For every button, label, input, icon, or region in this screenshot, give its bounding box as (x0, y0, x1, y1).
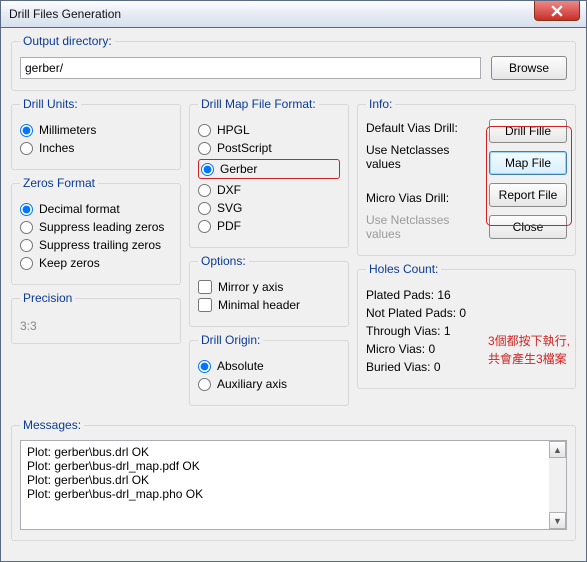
radio-gerber[interactable]: Gerber (198, 159, 340, 179)
drill-units-legend: Drill Units: (20, 97, 81, 111)
map-file-button[interactable]: Map File (489, 151, 567, 175)
drill-units-group: Drill Units: Millimeters Inches (11, 97, 181, 170)
use-netclasses-1: Use Netclasses values (366, 143, 481, 171)
scroll-up-icon[interactable]: ▲ (549, 441, 566, 458)
scroll-down-icon[interactable]: ▼ (549, 512, 566, 529)
holes-count-legend: Holes Count: (366, 262, 441, 276)
message-line: Plot: gerber\bus-drl_map.pdf OK (27, 459, 560, 473)
use-netclasses-2: Use Netclasses values (366, 213, 481, 241)
check-mirror-y[interactable]: Mirror y axis (198, 280, 340, 294)
drill-file-button[interactable]: Drill Fille (489, 119, 567, 143)
drill-map-format-legend: Drill Map File Format: (198, 97, 319, 111)
radio-suppress-leading[interactable]: Suppress leading zeros (20, 220, 172, 234)
radio-decimal-format[interactable]: Decimal format (20, 202, 172, 216)
close-window-button[interactable] (534, 1, 580, 21)
precision-legend: Precision (20, 291, 75, 305)
drill-origin-legend: Drill Origin: (198, 333, 263, 347)
message-line: Plot: gerber\bus.drl OK (27, 445, 560, 459)
close-icon (551, 5, 563, 17)
not-plated-pads: Not Plated Pads: 0 (366, 306, 567, 320)
radio-keep-zeros[interactable]: Keep zeros (20, 256, 172, 270)
radio-hpgl[interactable]: HPGL (198, 123, 340, 137)
precision-group: Precision 3:3 (11, 291, 181, 344)
radio-postscript[interactable]: PostScript (198, 141, 340, 155)
check-minimal-header[interactable]: Minimal header (198, 298, 340, 312)
radio-dxf[interactable]: DXF (198, 183, 340, 197)
report-file-button[interactable]: Report File (489, 183, 567, 207)
drill-map-format-group: Drill Map File Format: HPGL PostScript G… (189, 97, 349, 248)
info-legend: Info: (366, 97, 395, 111)
zeros-format-legend: Zeros Format (20, 176, 98, 190)
micro-vias: Micro Vias: 0 (366, 342, 567, 356)
browse-button[interactable]: Browse (491, 56, 567, 80)
message-line: Plot: gerber\bus-drl_map.pho OK (27, 487, 560, 501)
options-group: Options: Mirror y axis Minimal header (189, 254, 349, 327)
info-group: Info: Default Vias Drill: Use Netclasses… (357, 97, 576, 256)
messages-box[interactable]: Plot: gerber\bus.drl OK Plot: gerber\bus… (20, 440, 567, 530)
radio-inches[interactable]: Inches (20, 141, 172, 155)
radio-pdf[interactable]: PDF (198, 219, 340, 233)
output-directory-legend: Output directory: (20, 34, 115, 48)
radio-absolute[interactable]: Absolute (198, 359, 340, 373)
output-directory-group: Output directory: Browse (11, 34, 576, 91)
radio-suppress-trailing[interactable]: Suppress trailing zeros (20, 238, 172, 252)
precision-value: 3:3 (20, 319, 172, 333)
zeros-format-group: Zeros Format Decimal format Suppress lea… (11, 176, 181, 285)
radio-auxiliary[interactable]: Auxiliary axis (198, 377, 340, 391)
messages-group: Messages: Plot: gerber\bus.drl OK Plot: … (11, 418, 576, 541)
radio-svg[interactable]: SVG (198, 201, 340, 215)
output-directory-input[interactable] (20, 57, 481, 79)
options-legend: Options: (198, 254, 249, 268)
radio-millimeters[interactable]: Millimeters (20, 123, 172, 137)
through-vias: Through Vias: 1 (366, 324, 567, 338)
plated-pads: Plated Pads: 16 (366, 288, 567, 302)
messages-legend: Messages: (20, 418, 84, 432)
window-title: Drill Files Generation (9, 7, 121, 21)
holes-count-group: Holes Count: Plated Pads: 16 Not Plated … (357, 262, 576, 389)
micro-vias-label: Micro Vias Drill: (366, 191, 449, 205)
titlebar: Drill Files Generation (0, 0, 587, 28)
drill-origin-group: Drill Origin: Absolute Auxiliary axis (189, 333, 349, 406)
close-button[interactable]: Close (489, 215, 567, 239)
message-line: Plot: gerber\bus.drl OK (27, 473, 560, 487)
default-vias-label: Default Vias Drill: (366, 121, 458, 135)
messages-scrollbar[interactable]: ▲ ▼ (549, 441, 566, 529)
buried-vias: Buried Vias: 0 (366, 360, 567, 374)
